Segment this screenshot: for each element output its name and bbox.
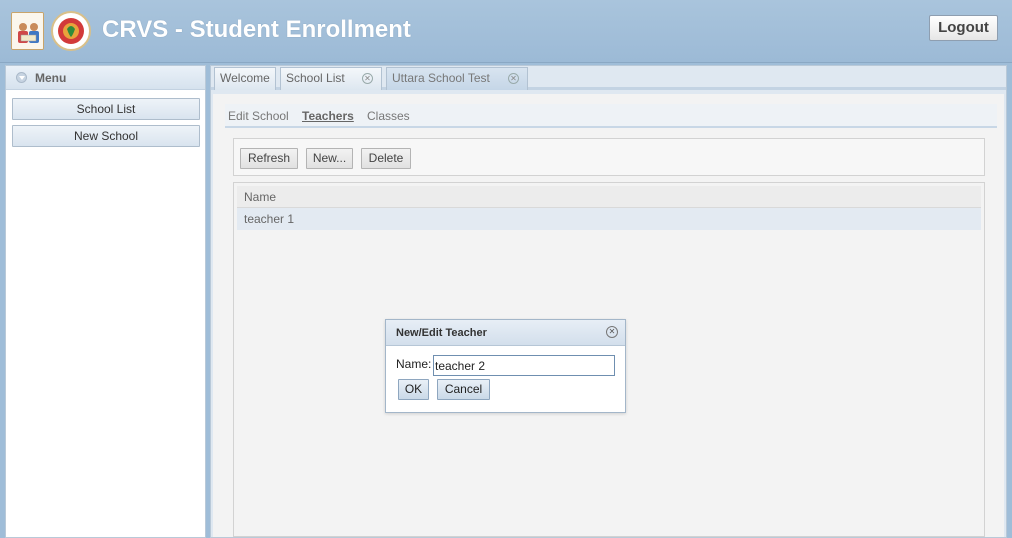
ok-button[interactable]: OK [398, 379, 429, 400]
toolbar: Refresh New... Delete [233, 138, 985, 176]
tab-content: Edit School Teachers Classes Refresh New… [213, 94, 1004, 537]
delete-button[interactable]: Delete [361, 148, 411, 169]
collapse-chevron-icon[interactable] [16, 72, 27, 83]
refresh-button[interactable]: Refresh [240, 148, 298, 169]
dialog-title-bar[interactable]: New/Edit Teacher ✕ [386, 320, 625, 346]
close-tab-icon[interactable]: ✕ [508, 73, 519, 84]
subtab-classes[interactable]: Classes [367, 109, 410, 123]
tab-label: Welcome [220, 71, 270, 85]
column-header-name[interactable]: Name [237, 186, 981, 208]
menu-item-new-school[interactable]: New School [12, 125, 200, 147]
name-label: Name: [396, 357, 432, 371]
table-row[interactable]: teacher 1 [237, 208, 981, 230]
close-icon[interactable]: ✕ [606, 326, 618, 338]
children-logo-icon [11, 12, 44, 50]
app-title: CRVS - Student Enrollment [102, 16, 411, 43]
tab-label: School List [286, 71, 345, 85]
new-button[interactable]: New... [306, 148, 353, 169]
new-edit-teacher-dialog: New/Edit Teacher ✕ Name: OK Cancel [385, 319, 626, 413]
teacher-name-input[interactable] [433, 355, 615, 376]
cancel-button[interactable]: Cancel [437, 379, 490, 400]
subtab-bar: Edit School Teachers Classes [225, 104, 997, 128]
subtab-edit-school[interactable]: Edit School [228, 109, 289, 123]
subtab-teachers[interactable]: Teachers [302, 109, 354, 123]
government-seal-icon [51, 11, 91, 51]
tab-uttara-school-test[interactable]: Uttara School Test ✕ [386, 67, 528, 90]
menu-panel: Menu School List New School [5, 65, 206, 538]
menu-title: Menu [35, 71, 67, 85]
close-tab-icon[interactable]: ✕ [362, 73, 373, 84]
dialog-title: New/Edit Teacher [396, 327, 487, 339]
app-header: CRVS - Student Enrollment Logout [0, 0, 1012, 63]
tab-school-list[interactable]: School List ✕ [280, 67, 382, 90]
menu-header[interactable]: Menu [6, 66, 205, 90]
main-panel: Welcome School List ✕ Uttara School Test… [210, 65, 1007, 538]
tab-welcome[interactable]: Welcome [214, 67, 276, 90]
logout-button[interactable]: Logout [929, 15, 998, 41]
tab-label: Uttara School Test [392, 71, 490, 85]
tab-bar: Welcome School List ✕ Uttara School Test… [211, 66, 1006, 90]
menu-item-school-list[interactable]: School List [12, 98, 200, 120]
